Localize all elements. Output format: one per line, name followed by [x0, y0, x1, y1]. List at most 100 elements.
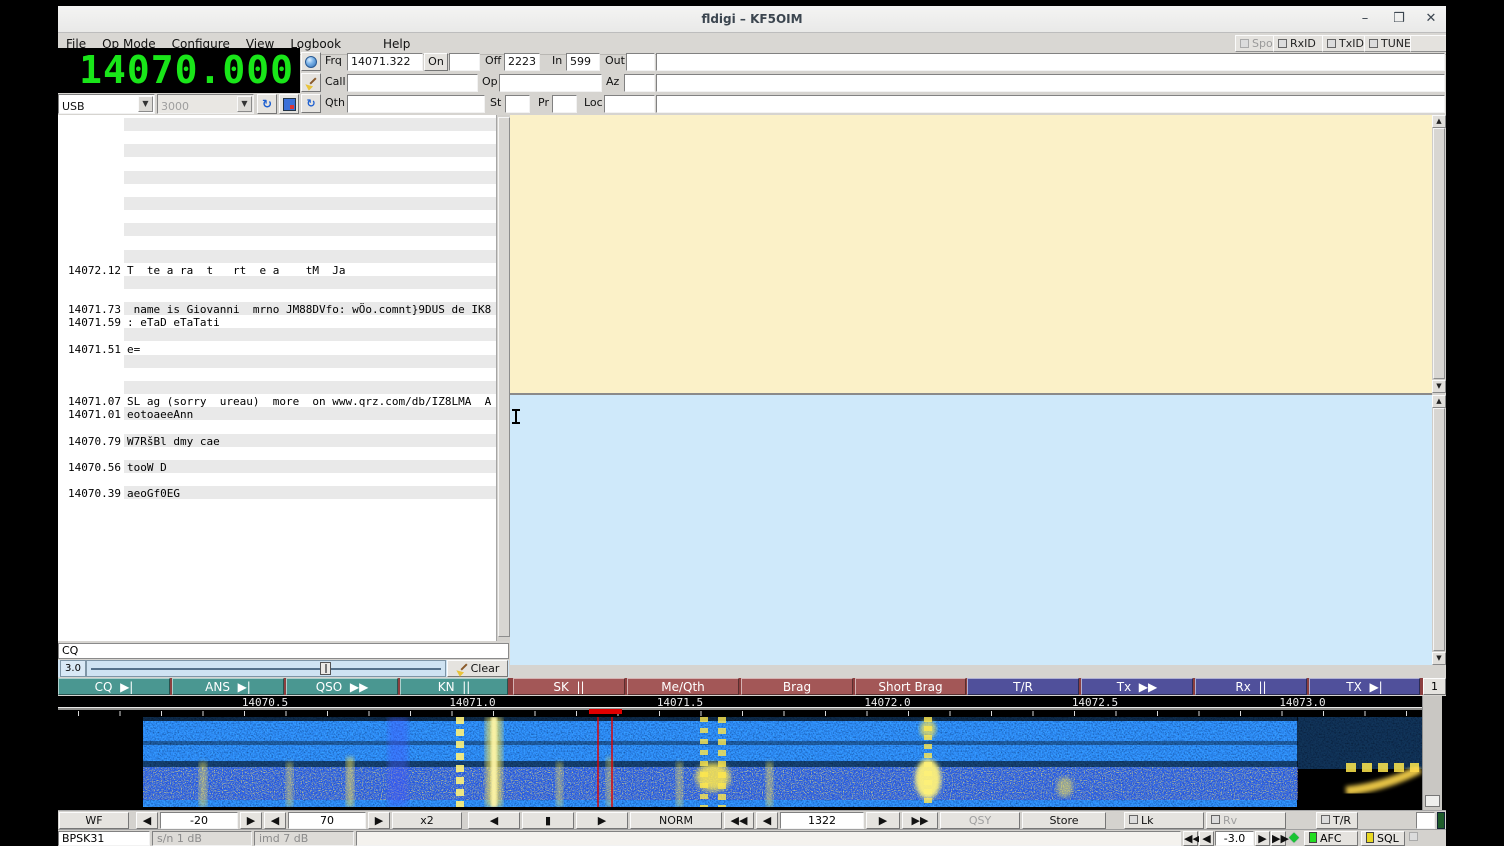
- notes-field-2[interactable]: [656, 74, 1445, 92]
- call-field[interactable]: [347, 74, 478, 92]
- store-button[interactable]: Store: [1022, 812, 1106, 829]
- browser-row[interactable]: 14071.59: eTaD eTaTati: [58, 316, 496, 329]
- signal-browser[interactable]: 14072.12T te a ra t rt e a tM Ja 14071.73…: [58, 115, 497, 641]
- kpsql-toggle-button[interactable]: KPSQL: [1407, 831, 1446, 846]
- macro-button-tx[interactable]: Tx ▶▶: [1081, 678, 1193, 695]
- notes-field-3[interactable]: [656, 95, 1445, 113]
- macro-button-shortbrag[interactable]: Short Brag: [855, 678, 966, 695]
- rx-text-panel[interactable]: [510, 115, 1432, 395]
- pr-field[interactable]: [552, 95, 577, 113]
- config-dialog-button[interactable]: [279, 94, 299, 114]
- slider-handle[interactable]: [320, 662, 331, 675]
- upper-signal-value[interactable]: -20: [160, 812, 238, 829]
- wf-shift-left-button[interactable]: ◀: [468, 812, 520, 829]
- browser-row[interactable]: 14071.07SL ag (sorry ureau) more on www.…: [58, 395, 496, 408]
- browser-row[interactable]: 14070.56tooW D: [58, 461, 496, 474]
- restore-frequency-button[interactable]: ↻: [257, 94, 277, 114]
- rxid-toggle-button[interactable]: RxID: [1273, 35, 1329, 52]
- browser-row[interactable]: 14071.73 name is Giovanni mrno JM88DVfo:…: [58, 303, 496, 316]
- notes-field-1[interactable]: [656, 53, 1445, 71]
- az-field[interactable]: [624, 74, 655, 92]
- loc-field[interactable]: [604, 95, 655, 113]
- chevron-down-icon[interactable]: ▼: [237, 96, 252, 112]
- upper-signal-inc[interactable]: ▶: [240, 812, 262, 829]
- clear-button[interactable]: Clear: [447, 660, 508, 677]
- macro-button-tx[interactable]: TX ▶|: [1309, 678, 1420, 695]
- wf-shift-right-button[interactable]: ▶: [576, 812, 628, 829]
- scroll-up-icon[interactable]: ▲: [1432, 115, 1446, 128]
- waterfall[interactable]: 14070.514071.014071.514072.014072.514073…: [58, 696, 1446, 810]
- qth-field[interactable]: [347, 95, 485, 113]
- macro-button-cq[interactable]: CQ ▶|: [58, 678, 170, 695]
- on-time-field[interactable]: [449, 53, 480, 71]
- chevron-down-icon[interactable]: ▼: [138, 96, 153, 112]
- afc-coarse-down-button[interactable]: ◀◀: [1183, 831, 1198, 846]
- close-icon[interactable]: ✕: [1420, 6, 1442, 32]
- rst-out-field[interactable]: [626, 53, 655, 71]
- rx-scrollbar[interactable]: ▲ ▼: [1432, 115, 1446, 393]
- browser-scrollbar[interactable]: [496, 115, 511, 641]
- afc-coarse-up-button[interactable]: ▶▶: [1271, 831, 1286, 846]
- signal-range-dec[interactable]: ◀: [264, 812, 286, 829]
- clear-log-button[interactable]: [301, 73, 321, 92]
- title-bar[interactable]: fldigi – KF5OIM – ❒ ✕: [58, 6, 1446, 33]
- sideband-select[interactable]: USB ▼: [58, 94, 155, 114]
- scroll-up-icon[interactable]: ▲: [1432, 395, 1446, 408]
- lock-checkbox[interactable]: Lk: [1124, 812, 1204, 829]
- waterfall-right-slider[interactable]: [1422, 696, 1442, 810]
- squelch-slider[interactable]: [86, 660, 446, 677]
- signal-range-inc[interactable]: ▶: [368, 812, 390, 829]
- macro-button-sk[interactable]: SK ||: [513, 678, 625, 695]
- tx-scrollbar[interactable]: ▲ ▼: [1432, 395, 1446, 665]
- afc-up-button[interactable]: ▶: [1255, 831, 1270, 846]
- scroll-down-icon[interactable]: ▼: [1432, 652, 1446, 665]
- macro-button-meqth[interactable]: Me/Qth: [627, 678, 739, 695]
- browser-row[interactable]: 14072.12T te a ra t rt e a tM Ja: [58, 264, 496, 277]
- wf-speed-button[interactable]: NORM: [630, 812, 722, 829]
- maximize-icon[interactable]: ❒: [1388, 6, 1410, 32]
- freq-down-button[interactable]: ◀: [756, 812, 778, 829]
- browser-row[interactable]: 14071.01eotoaeeAnn: [58, 408, 496, 421]
- scale-label: 14072.5: [1072, 696, 1118, 709]
- freq-coarse-up-button[interactable]: ▶▶: [902, 812, 938, 829]
- macro-preview-line[interactable]: CQ: [58, 643, 509, 659]
- macro-set-button[interactable]: 1: [1423, 678, 1446, 695]
- freq-coarse-down-button[interactable]: ◀◀: [724, 812, 754, 829]
- upper-signal-dec[interactable]: ◀: [136, 812, 158, 829]
- audio-frequency-value[interactable]: 1322: [780, 812, 864, 829]
- off-time-field[interactable]: 2223: [504, 53, 540, 71]
- macro-button-brag[interactable]: Brag: [741, 678, 853, 695]
- mode-status-button[interactable]: BPSK31: [58, 831, 150, 846]
- op-field[interactable]: [499, 74, 602, 92]
- browser-row[interactable]: 14070.79W7RšBl dmy cae: [58, 435, 496, 448]
- recall-log-button[interactable]: ↻: [301, 94, 321, 113]
- frequency-display[interactable]: 14070.000: [58, 48, 300, 93]
- waterfall-display[interactable]: [58, 717, 1422, 807]
- browser-row[interactable]: 14071.51e=: [58, 343, 496, 356]
- afc-down-button[interactable]: ◀: [1199, 831, 1214, 846]
- bandwidth-select[interactable]: 3000 ▼: [157, 94, 254, 114]
- afc-toggle-button[interactable]: AFC: [1304, 831, 1358, 846]
- qrz-lookup-button[interactable]: [301, 52, 321, 71]
- macro-button-tr[interactable]: T/R: [967, 678, 1079, 695]
- menu-help[interactable]: Help: [375, 34, 418, 55]
- frq-field[interactable]: 14071.322: [347, 53, 423, 71]
- tx-text-panel[interactable]: [510, 395, 1432, 665]
- sql-toggle-button[interactable]: SQL: [1361, 831, 1405, 846]
- wf-mode-button[interactable]: WF: [59, 812, 129, 829]
- txrx-checkbox[interactable]: T/R: [1316, 812, 1358, 829]
- signal-range-value[interactable]: 70: [288, 812, 366, 829]
- rst-in-field[interactable]: 599: [566, 53, 600, 71]
- zoom-x2-button[interactable]: x2: [392, 812, 462, 829]
- scroll-down-icon[interactable]: ▼: [1432, 380, 1446, 393]
- macro-button-kn[interactable]: KN ||: [400, 678, 508, 695]
- macro-button-qso[interactable]: QSO ▶▶: [286, 678, 398, 695]
- freq-up-button[interactable]: ▶: [866, 812, 900, 829]
- macro-button-rx[interactable]: Rx ||: [1195, 678, 1307, 695]
- wf-stop-button[interactable]: ▮: [522, 812, 574, 829]
- on-button[interactable]: On: [424, 53, 448, 71]
- st-field[interactable]: [505, 95, 530, 113]
- macro-button-ans[interactable]: ANS ▶|: [172, 678, 284, 695]
- browser-row[interactable]: 14070.39aeoGf0EG: [58, 487, 496, 500]
- minimize-icon[interactable]: –: [1354, 6, 1376, 32]
